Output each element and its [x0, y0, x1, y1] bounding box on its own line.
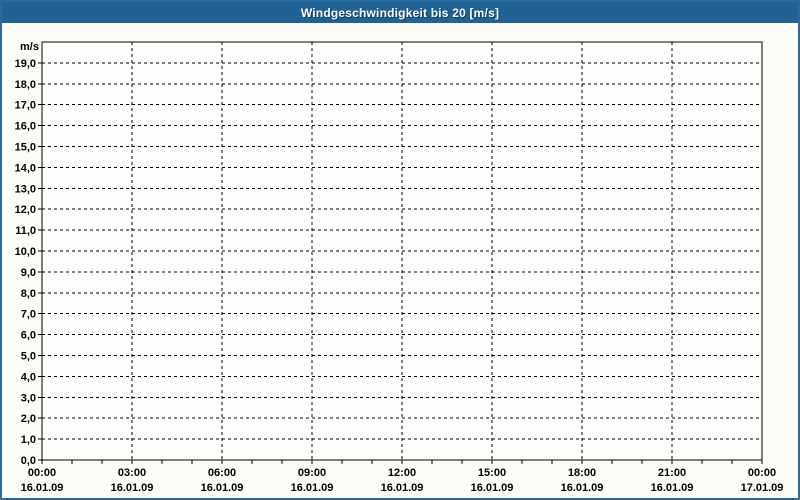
y-tick-label: 16,0 [15, 121, 36, 133]
y-tick-label: 1,0 [21, 434, 36, 446]
y-tick-label: 9,0 [21, 267, 36, 279]
x-time-label: 12:00 [388, 467, 416, 479]
y-tick-label: 3,0 [21, 392, 36, 404]
x-date-label: 16.01.09 [291, 482, 334, 494]
x-time-label: 18:00 [568, 467, 596, 479]
chart-panel: Windgeschwindigkeit bis 20 [m/s] 0,0 1,0 2… [0, 0, 800, 500]
x-time-label: 00:00 [748, 467, 776, 479]
x-date-label: 16.01.09 [111, 482, 154, 494]
y-tick-label: 17,0 [15, 100, 36, 112]
y-tick-label: 4,0 [21, 371, 36, 383]
x-date-label: 16.01.09 [201, 482, 244, 494]
y-tick-label: 2,0 [21, 413, 36, 425]
x-date-label: 16.01.09 [561, 482, 604, 494]
x-date-label: 16.01.09 [471, 482, 514, 494]
x-date-label: 17.01.09 [741, 482, 784, 494]
y-tick-label: 0,0 [21, 455, 36, 467]
y-tick-label: 5,0 [21, 351, 36, 363]
y-tick-label: 10,0 [15, 246, 36, 258]
y-tick-label: 12,0 [15, 204, 36, 216]
x-time-label: 03:00 [118, 467, 146, 479]
x-time-label: 09:00 [298, 467, 326, 479]
y-unit-label: m/s [20, 41, 39, 53]
y-tick-label: 11,0 [15, 225, 36, 237]
x-date-label: 16.01.09 [381, 482, 424, 494]
y-tick-label: 6,0 [21, 330, 36, 342]
y-tick-label: 8,0 [21, 288, 36, 300]
y-tick-label: 14,0 [15, 162, 36, 174]
y-tick-label: 18,0 [15, 79, 36, 91]
y-tick-label: 7,0 [21, 309, 36, 321]
y-tick-label: 15,0 [15, 142, 36, 154]
y-tick-label: 19,0 [15, 58, 36, 70]
x-time-label: 21:00 [658, 467, 686, 479]
x-time-label: 00:00 [28, 467, 56, 479]
wind-speed-chart: 0,0 1,0 2,0 3,0 4,0 5,0 6,0 7,0 8,0 9,0 10,0 11,0 12… [15, 41, 784, 494]
y-tick-label: 13,0 [15, 183, 36, 195]
x-date-label: 16.01.09 [21, 482, 64, 494]
x-time-label: 06:00 [208, 467, 236, 479]
x-time-label: 15:00 [478, 467, 506, 479]
x-date-label: 16.01.09 [651, 482, 694, 494]
